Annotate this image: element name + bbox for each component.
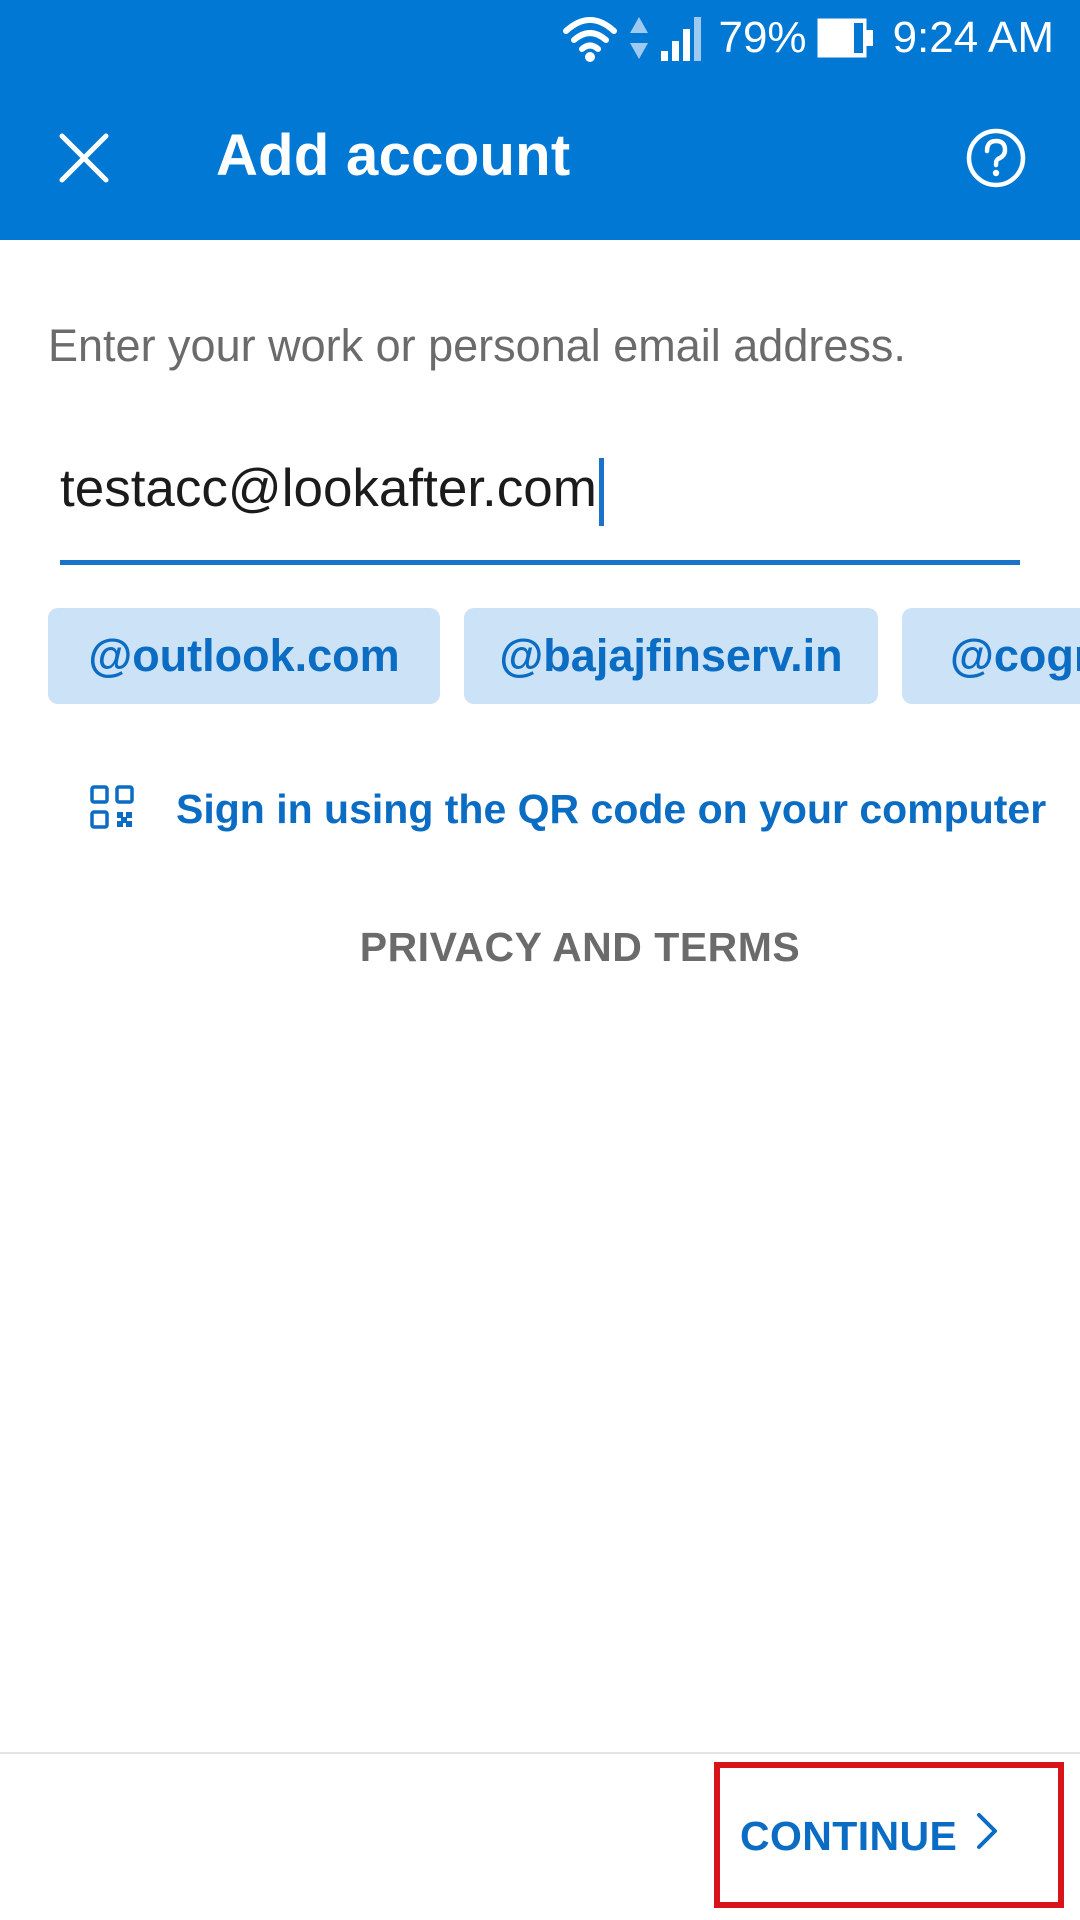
signal-icon: [660, 13, 702, 63]
domain-chip-bajajfinserv[interactable]: @bajajfinserv.in: [464, 608, 878, 704]
status-icons: 79% 9:24 AM: [562, 8, 1054, 68]
qr-signin-link[interactable]: Sign in using the QR code on your comput…: [90, 776, 1046, 842]
close-icon: [58, 132, 110, 189]
battery-percent: 79%: [718, 13, 807, 62]
status-time: 9:24 AM: [892, 13, 1054, 62]
data-arrows-icon: [628, 13, 650, 63]
chevron-right-icon: [975, 1811, 999, 1861]
status-bar: 79% 9:24 AM: [0, 0, 1080, 76]
email-prompt: Enter your work or personal email addres…: [48, 320, 906, 371]
continue-button[interactable]: CONTINUE: [740, 1796, 999, 1876]
domain-chip-cogr[interactable]: @cogr: [902, 608, 1080, 704]
wifi-icon: [562, 13, 618, 63]
email-field-value[interactable]: testacc@lookafter.com: [60, 454, 604, 526]
email-value-text: testacc@lookafter.com: [60, 459, 597, 518]
help-button[interactable]: [956, 120, 1036, 200]
help-icon: [965, 127, 1027, 194]
domain-suggestions: @outlook.com @bajajfinserv.in @cogr: [48, 608, 1080, 704]
battery-icon: [817, 16, 875, 60]
footer-divider: [0, 1752, 1080, 1754]
qr-signin-label: Sign in using the QR code on your comput…: [176, 785, 1047, 832]
text-caret: [598, 458, 604, 526]
close-button[interactable]: [44, 120, 124, 200]
page-title: Add account: [216, 123, 571, 188]
add-account-screen: 79% 9:24 AM Add account Enter your work …: [0, 0, 1080, 1920]
privacy-and-terms-link[interactable]: PRIVACY AND TERMS: [0, 924, 1080, 971]
domain-chip-outlook[interactable]: @outlook.com: [48, 608, 440, 704]
app-bar: Add account: [0, 76, 1080, 240]
continue-label: CONTINUE: [740, 1812, 958, 1859]
email-field[interactable]: testacc@lookafter.com: [60, 444, 1020, 565]
qr-code-icon: [90, 784, 134, 834]
top-bar: 79% 9:24 AM Add account: [0, 0, 1080, 240]
